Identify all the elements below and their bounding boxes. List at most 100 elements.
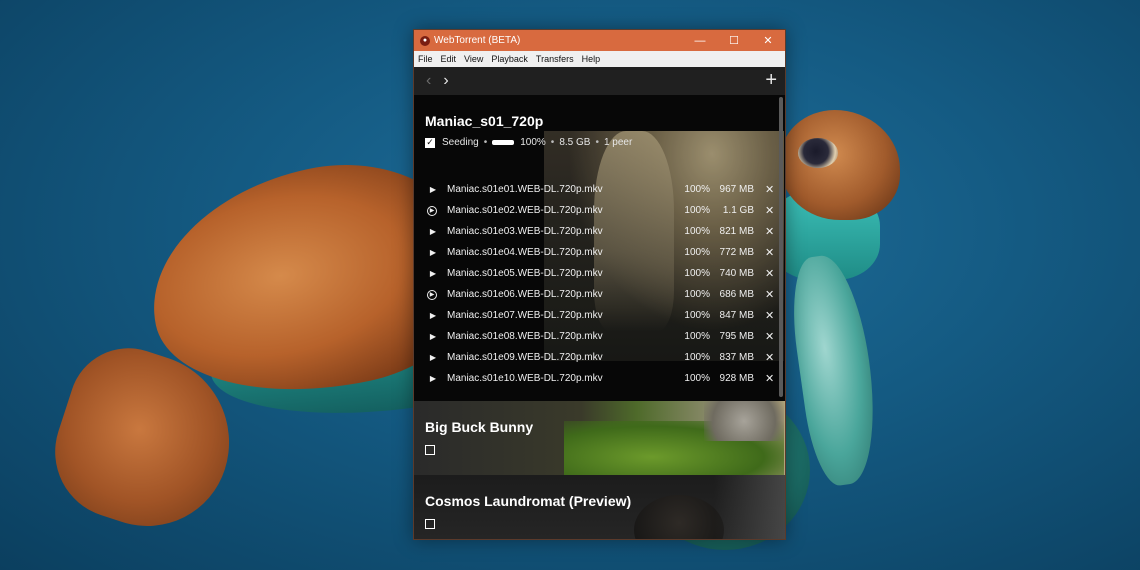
play-icon[interactable]: ▶ bbox=[427, 332, 439, 341]
minimize-button[interactable]: — bbox=[683, 30, 717, 51]
file-name: Maniac.s01e02.WEB-DL.720p.mkv bbox=[447, 205, 603, 216]
file-size: 821 MB bbox=[719, 226, 754, 237]
file-name: Maniac.s01e04.WEB-DL.720p.mkv bbox=[447, 247, 603, 258]
wallpaper-turtle-head bbox=[780, 110, 900, 220]
file-size: 847 MB bbox=[719, 310, 754, 321]
torrent-name: Big Buck Bunny bbox=[425, 419, 534, 435]
file-row[interactable]: ▶ Maniac.s01e07.WEB-DL.720p.mkv 100% 847… bbox=[414, 305, 779, 326]
file-name: Maniac.s01e05.WEB-DL.720p.mkv bbox=[447, 268, 603, 279]
torrent-poster-art bbox=[714, 475, 785, 539]
back-arrow-icon[interactable]: ‹ bbox=[426, 72, 431, 90]
file-percent: 100% bbox=[684, 310, 710, 321]
play-icon[interactable]: ▶ bbox=[427, 374, 439, 383]
torrent-name: Cosmos Laundromat (Preview) bbox=[425, 493, 632, 509]
file-size: 1.1 GB bbox=[722, 205, 754, 216]
add-torrent-plus-icon[interactable]: + bbox=[765, 70, 777, 90]
play-icon[interactable]: ▶ bbox=[427, 227, 439, 236]
play-circle-icon[interactable]: ▶ bbox=[427, 289, 437, 300]
remove-file-icon[interactable]: ✕ bbox=[765, 183, 774, 196]
torrent-enabled-checkbox[interactable] bbox=[425, 519, 435, 529]
file-row[interactable]: ▶ Maniac.s01e04.WEB-DL.720p.mkv 100% 772… bbox=[414, 242, 779, 263]
title-bar[interactable]: ● WebTorrent (BETA) — ☐ ✕ bbox=[414, 30, 785, 51]
file-percent: 100% bbox=[684, 373, 710, 384]
remove-file-icon[interactable]: ✕ bbox=[765, 246, 774, 259]
menu-help[interactable]: Help bbox=[578, 54, 605, 64]
file-percent: 100% bbox=[684, 331, 710, 342]
remove-file-icon[interactable]: ✕ bbox=[765, 372, 774, 385]
torrent-size: 8.5 GB bbox=[559, 137, 591, 148]
remove-file-icon[interactable]: ✕ bbox=[765, 309, 774, 322]
torrent-item[interactable]: Big Buck Bunny bbox=[414, 401, 785, 475]
file-name: Maniac.s01e09.WEB-DL.720p.mkv bbox=[447, 352, 603, 363]
play-circle-icon[interactable]: ▶ bbox=[427, 205, 437, 216]
torrent-poster-art bbox=[634, 495, 724, 539]
file-percent: 100% bbox=[684, 289, 710, 300]
file-size: 772 MB bbox=[719, 247, 754, 258]
play-icon[interactable]: ▶ bbox=[427, 353, 439, 362]
menu-transfers[interactable]: Transfers bbox=[532, 54, 578, 64]
torrent-name: Maniac_s01_720p bbox=[425, 113, 544, 129]
file-percent: 100% bbox=[684, 268, 710, 279]
file-row[interactable]: ▶ Maniac.s01e01.WEB-DL.720p.mkv 100% 967… bbox=[414, 179, 779, 200]
wallpaper-turtle-eye bbox=[798, 138, 838, 168]
file-percent: 100% bbox=[684, 352, 710, 363]
webtorrent-window: ● WebTorrent (BETA) — ☐ ✕ File Edit View… bbox=[413, 29, 786, 540]
file-row[interactable]: ▶ Maniac.s01e03.WEB-DL.720p.mkv 100% 821… bbox=[414, 221, 779, 242]
file-name: Maniac.s01e10.WEB-DL.720p.mkv bbox=[447, 373, 603, 384]
file-percent: 100% bbox=[684, 247, 710, 258]
forward-arrow-icon[interactable]: › bbox=[443, 72, 448, 90]
play-icon[interactable]: ▶ bbox=[427, 185, 439, 194]
torrent-peers: 1 peer bbox=[603, 137, 633, 148]
play-icon[interactable]: ▶ bbox=[427, 311, 439, 320]
torrent-enabled-checkbox[interactable]: ✓ bbox=[425, 137, 435, 148]
remove-file-icon[interactable]: ✕ bbox=[765, 330, 774, 343]
remove-file-icon[interactable]: ✕ bbox=[765, 267, 774, 280]
file-percent: 100% bbox=[684, 226, 710, 237]
torrent-progress: 100% bbox=[520, 137, 546, 148]
file-size: 837 MB bbox=[719, 352, 754, 363]
file-row[interactable]: ▶ Maniac.s01e06.WEB-DL.720p.mkv 100% 686… bbox=[414, 284, 779, 305]
file-name: Maniac.s01e06.WEB-DL.720p.mkv bbox=[447, 289, 603, 300]
close-button[interactable]: ✕ bbox=[751, 30, 785, 51]
window-title: WebTorrent (BETA) bbox=[434, 35, 521, 46]
file-name: Maniac.s01e03.WEB-DL.720p.mkv bbox=[447, 226, 603, 237]
file-row[interactable]: ▶ Maniac.s01e08.WEB-DL.720p.mkv 100% 795… bbox=[414, 326, 779, 347]
file-row[interactable]: ▶ Maniac.s01e02.WEB-DL.720p.mkv 100% 1.1… bbox=[414, 200, 779, 221]
maximize-button[interactable]: ☐ bbox=[717, 30, 751, 51]
separator-dot: • bbox=[550, 137, 555, 148]
file-row[interactable]: ▶ Maniac.s01e09.WEB-DL.720p.mkv 100% 837… bbox=[414, 347, 779, 368]
play-icon[interactable]: ▶ bbox=[427, 269, 439, 278]
scrollbar[interactable] bbox=[779, 97, 783, 397]
torrent-list: Maniac_s01_720p ✓ Seeding • 100% • 8.5 G… bbox=[414, 95, 785, 539]
file-name: Maniac.s01e01.WEB-DL.720p.mkv bbox=[447, 184, 603, 195]
torrent-item[interactable]: Cosmos Laundromat (Preview) bbox=[414, 475, 785, 539]
menu-file[interactable]: File bbox=[414, 54, 437, 64]
remove-file-icon[interactable]: ✕ bbox=[765, 288, 774, 301]
menu-playback[interactable]: Playback bbox=[487, 54, 532, 64]
separator-dot: • bbox=[483, 137, 488, 148]
remove-file-icon[interactable]: ✕ bbox=[765, 351, 774, 364]
torrent-poster-art bbox=[704, 401, 784, 441]
torrent-enabled-checkbox[interactable] bbox=[425, 445, 435, 455]
file-row[interactable]: ▶ Maniac.s01e10.WEB-DL.720p.mkv 100% 928… bbox=[414, 368, 779, 389]
file-size: 686 MB bbox=[719, 289, 754, 300]
remove-file-icon[interactable]: ✕ bbox=[765, 204, 774, 217]
toolbar: ‹ › + bbox=[414, 67, 785, 95]
play-icon[interactable]: ▶ bbox=[427, 248, 439, 257]
menu-bar: File Edit View Playback Transfers Help bbox=[414, 51, 785, 67]
file-percent: 100% bbox=[684, 184, 710, 195]
file-list: ▶ Maniac.s01e01.WEB-DL.720p.mkv 100% 967… bbox=[414, 179, 779, 389]
file-name: Maniac.s01e08.WEB-DL.720p.mkv bbox=[447, 331, 603, 342]
menu-view[interactable]: View bbox=[460, 54, 487, 64]
file-size: 740 MB bbox=[719, 268, 754, 279]
file-size: 928 MB bbox=[719, 373, 754, 384]
file-size: 795 MB bbox=[719, 331, 754, 342]
file-row[interactable]: ▶ Maniac.s01e05.WEB-DL.720p.mkv 100% 740… bbox=[414, 263, 779, 284]
torrent-status: Seeding bbox=[442, 137, 479, 148]
file-name: Maniac.s01e07.WEB-DL.720p.mkv bbox=[447, 310, 603, 321]
webtorrent-logo-icon: ● bbox=[420, 35, 430, 46]
file-size: 967 MB bbox=[719, 184, 754, 195]
torrent-item[interactable]: Maniac_s01_720p ✓ Seeding • 100% • 8.5 G… bbox=[414, 95, 785, 401]
remove-file-icon[interactable]: ✕ bbox=[765, 225, 774, 238]
menu-edit[interactable]: Edit bbox=[437, 54, 461, 64]
